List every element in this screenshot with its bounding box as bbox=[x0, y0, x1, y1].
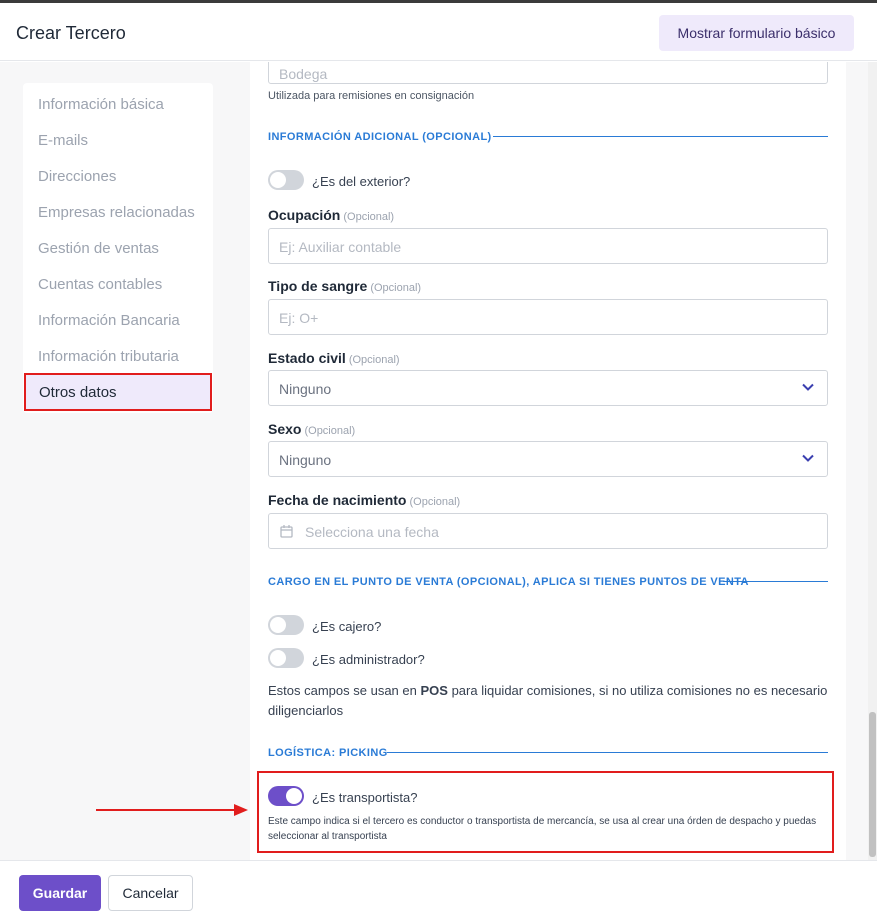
tipo-sangre-input[interactable]: Ej: O+ bbox=[268, 299, 828, 335]
pos-note-text: Estos campos se usan en bbox=[268, 683, 421, 698]
transportista-toggle-label: ¿Es transportista? bbox=[312, 790, 418, 805]
tipo-sangre-label: Tipo de sangre (Opcional) bbox=[268, 278, 421, 294]
optional-tag: (Opcional) bbox=[409, 496, 461, 508]
bodega-input[interactable]: Bodega bbox=[268, 62, 828, 84]
sidebar-item-informacion-bancaria[interactable]: Información Bancaria bbox=[38, 312, 180, 329]
estado-civil-value: Ninguno bbox=[279, 381, 332, 397]
modal-title: Crear Tercero bbox=[16, 23, 126, 43]
cancel-button[interactable]: Cancelar bbox=[108, 875, 193, 911]
sexo-label: Sexo (Opcional) bbox=[268, 421, 355, 437]
sidebar-item-empresas-relacionadas[interactable]: Empresas relacionadas bbox=[38, 204, 195, 221]
fecha-nacimiento-input[interactable]: Selecciona una fecha bbox=[268, 513, 828, 549]
sidebar-item-informacion-tributaria[interactable]: Información tributaria bbox=[38, 348, 179, 365]
section-title-logistics: LOGÍSTICA: PICKING bbox=[268, 747, 388, 759]
section-divider bbox=[493, 136, 828, 137]
modal-header: Crear Tercero Mostrar formulario básico bbox=[0, 3, 877, 61]
optional-tag: (Opcional) bbox=[304, 425, 356, 437]
administrador-toggle[interactable] bbox=[268, 648, 304, 668]
sexo-select[interactable]: Ninguno bbox=[268, 441, 828, 477]
show-basic-form-button[interactable]: Mostrar formulario básico bbox=[659, 15, 854, 51]
sidebar-item-direcciones[interactable]: Direcciones bbox=[38, 168, 116, 185]
ocupacion-label-text: Ocupación bbox=[268, 207, 341, 223]
sidebar-item-otros-datos[interactable]: Otros datos bbox=[24, 373, 212, 411]
administrador-toggle-label: ¿Es administrador? bbox=[312, 652, 425, 667]
sidebar-item-gestion-ventas[interactable]: Gestión de ventas bbox=[38, 240, 159, 257]
ocupacion-input[interactable]: Ej: Auxiliar contable bbox=[268, 228, 828, 264]
modal-body: Información básica E-mails Direcciones E… bbox=[0, 62, 877, 860]
fecha-nacimiento-label-text: Fecha de nacimiento bbox=[268, 492, 407, 508]
sexo-label-text: Sexo bbox=[268, 421, 302, 437]
sidebar-nav: Información básica E-mails Direcciones E… bbox=[23, 83, 213, 413]
section-title-pos: CARGO EN EL PUNTO DE VENTA (OPCIONAL), A… bbox=[268, 576, 749, 588]
section-divider bbox=[387, 752, 828, 753]
scrollbar-thumb[interactable] bbox=[869, 712, 876, 857]
bodega-help-text: Utilizada para remisiones en consignació… bbox=[268, 90, 475, 102]
chevron-down-icon bbox=[802, 383, 814, 391]
cajero-toggle[interactable] bbox=[268, 615, 304, 635]
optional-tag: (Opcional) bbox=[343, 211, 395, 223]
save-button[interactable]: Guardar bbox=[19, 875, 101, 911]
sidebar-item-label: Otros datos bbox=[39, 384, 117, 401]
ocupacion-placeholder: Ej: Auxiliar contable bbox=[279, 239, 402, 255]
cajero-toggle-label: ¿Es cajero? bbox=[312, 619, 382, 634]
toggle-knob bbox=[270, 650, 286, 666]
exterior-toggle[interactable] bbox=[268, 170, 304, 190]
toggle-knob bbox=[270, 617, 286, 633]
chevron-down-icon bbox=[802, 454, 814, 462]
modal-footer: Guardar Cancelar bbox=[0, 860, 877, 916]
fecha-nacimiento-label: Fecha de nacimiento (Opcional) bbox=[268, 492, 460, 508]
optional-tag: (Opcional) bbox=[370, 282, 422, 294]
transportista-help-text: Este campo indica si el tercero es condu… bbox=[268, 816, 817, 842]
scrollbar[interactable] bbox=[868, 62, 877, 860]
transportista-toggle[interactable] bbox=[268, 786, 304, 806]
exterior-toggle-label: ¿Es del exterior? bbox=[312, 174, 411, 189]
toggle-knob bbox=[270, 172, 286, 188]
pos-commission-note: Estos campos se usan en POS para liquida… bbox=[268, 681, 828, 721]
optional-tag: (Opcional) bbox=[348, 354, 400, 366]
estado-civil-label-text: Estado civil bbox=[268, 350, 346, 366]
pos-note-bold: POS bbox=[420, 683, 448, 698]
estado-civil-select[interactable]: Ninguno bbox=[268, 370, 828, 406]
section-divider bbox=[723, 581, 828, 582]
tipo-sangre-label-text: Tipo de sangre bbox=[268, 278, 368, 294]
form-panel: Bodega Utilizada para remisiones en cons… bbox=[250, 62, 846, 860]
estado-civil-label: Estado civil (Opcional) bbox=[268, 350, 400, 366]
sidebar-item-emails[interactable]: E-mails bbox=[38, 132, 88, 149]
arrow-right-icon bbox=[96, 804, 248, 816]
sidebar-item-cuentas-contables[interactable]: Cuentas contables bbox=[38, 276, 162, 293]
sexo-value: Ninguno bbox=[279, 452, 332, 468]
fecha-nacimiento-placeholder: Selecciona una fecha bbox=[305, 524, 439, 540]
section-title-additional: INFORMACIÓN ADICIONAL (OPCIONAL) bbox=[268, 131, 492, 143]
toggle-knob bbox=[286, 788, 302, 804]
ocupacion-label: Ocupación (Opcional) bbox=[268, 207, 394, 223]
tipo-sangre-placeholder: Ej: O+ bbox=[279, 310, 319, 326]
calendar-icon bbox=[280, 525, 293, 538]
sidebar-item-informacion-basica[interactable]: Información básica bbox=[38, 96, 164, 113]
bodega-placeholder: Bodega bbox=[279, 66, 328, 82]
